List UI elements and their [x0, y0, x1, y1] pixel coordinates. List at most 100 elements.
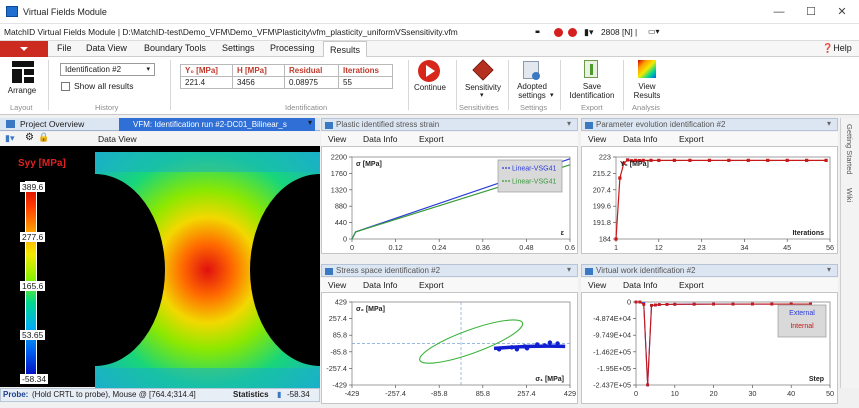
- panel-title-text: Stress space identification #2: [336, 266, 441, 275]
- data-point: [665, 302, 669, 306]
- continue-button[interactable]: Continue: [408, 83, 452, 92]
- arrange-icon[interactable]: [12, 61, 34, 83]
- close-icon[interactable]: ✕: [830, 4, 854, 20]
- data-point: [657, 303, 661, 306]
- menu-data-info[interactable]: Data Info: [623, 134, 658, 144]
- data-point: [824, 158, 828, 162]
- data-point: [673, 302, 677, 306]
- x-tick-label: 50: [826, 389, 834, 398]
- data-point: [649, 158, 653, 162]
- menu-view[interactable]: View: [328, 134, 346, 144]
- panel-icon: [585, 122, 593, 129]
- chevron-down-icon: ▾: [146, 66, 150, 73]
- plot-stress-space[interactable]: -429 -257.4 -85.8 85.8 257.4 429 429 257.4 85.8 -…: [321, 292, 578, 404]
- gear-icon[interactable]: ⚙: [25, 132, 34, 143]
- x-tick-label: 45: [783, 243, 791, 252]
- y-tick-label: -429: [332, 381, 347, 390]
- chart-stress-strain: 0 0.12 0.24 0.36 0.48 0.6 2200 1760 1320 880 440 0 σ…: [331, 153, 575, 253]
- lock-icon[interactable]: 🔒: [38, 132, 49, 143]
- record-red-icon[interactable]: [554, 28, 563, 37]
- menu-processing[interactable]: Processing: [270, 43, 315, 53]
- stop-red-icon[interactable]: [568, 28, 577, 37]
- chevron-down-icon[interactable]: ▾: [567, 265, 571, 274]
- x-tick-label: 0.24: [432, 243, 446, 252]
- data-point: [634, 300, 638, 304]
- tab-project-overview[interactable]: Project Overview: [20, 119, 84, 129]
- grid-icon[interactable]: ▪▪: [535, 27, 540, 38]
- divider: [560, 60, 561, 110]
- save-identification-button[interactable]: Save Identification: [566, 82, 618, 100]
- chevron-down-icon: ▾: [480, 92, 484, 99]
- menu-export[interactable]: Export: [679, 280, 704, 290]
- play-icon[interactable]: [418, 60, 440, 82]
- identification-group-label: Identification: [285, 103, 328, 112]
- y-tick-label: -85.8: [330, 347, 347, 356]
- field-view[interactable]: Syy [MPa] 389.6 277.6 165.6 53.65 -58.34: [0, 146, 320, 388]
- arrange-button[interactable]: Arrange: [4, 86, 40, 95]
- menu-data-view[interactable]: Data View: [86, 43, 127, 53]
- view-results-icon[interactable]: [638, 60, 656, 78]
- menu-view[interactable]: View: [328, 280, 346, 290]
- specimen-stress-map: [95, 152, 320, 388]
- project-path: MatchID Virtual Fields Module | D:\Match…: [4, 27, 458, 37]
- maximize-icon[interactable]: ☐: [799, 4, 823, 20]
- getting-started-tab[interactable]: Getting Started: [845, 124, 854, 174]
- chart-virtual-work: 0 10 20 30 40 50 0 -4.874E+04 -9.749E+04 -1.462E+…: [593, 298, 834, 399]
- menu-settings[interactable]: Settings: [222, 43, 255, 53]
- menu-export[interactable]: Export: [419, 134, 444, 144]
- history-select[interactable]: Identification #2 ▾: [60, 63, 155, 76]
- menu-data-info[interactable]: Data Info: [363, 134, 398, 144]
- x-tick-label: 0.12: [388, 243, 402, 252]
- menu-view[interactable]: View: [588, 280, 606, 290]
- x-tick-label: 0.48: [519, 243, 533, 252]
- y-tick-label: -2.437E+05: [593, 381, 631, 390]
- panel-icon: [585, 268, 593, 275]
- colorbar-tick: 389.6: [20, 182, 46, 192]
- layout-menu-icon[interactable]: ▭▾: [648, 27, 660, 36]
- menu-export[interactable]: Export: [679, 134, 704, 144]
- chart-bars-icon[interactable]: ▮▾: [5, 133, 14, 144]
- x-axis-label: Iterations: [792, 230, 824, 237]
- help-button[interactable]: ❓Help: [822, 43, 852, 54]
- minimize-icon[interactable]: —: [767, 4, 791, 20]
- save-identification-icon[interactable]: [584, 60, 598, 78]
- sensitivity-cube-icon[interactable]: [472, 59, 494, 81]
- divider: [623, 60, 624, 110]
- menu-export[interactable]: Export: [419, 280, 444, 290]
- chart-parameter-evolution: 1 12 23 34 45 56 223 215.2 207.4 199.6 191.8 184 Y₀ …: [593, 153, 834, 253]
- y-tick-label: 880: [335, 202, 347, 211]
- adopted-settings-button[interactable]: Adopted settings: [512, 82, 552, 100]
- plot-parameter-evolution[interactable]: 1 12 23 34 45 56 223 215.2 207.4 199.6 191.8 184 Y₀ …: [581, 146, 838, 254]
- chevron-down-icon[interactable]: ▾: [308, 118, 312, 127]
- show-all-checkbox[interactable]: [61, 82, 70, 91]
- panel-title-text: Plastic identified stress strain: [336, 120, 440, 129]
- tab-vfm-identification[interactable]: VFM: Identification run #2-DC01_Bilinear…: [119, 118, 315, 131]
- menu-boundary-tools[interactable]: Boundary Tools: [144, 43, 206, 53]
- legend-label-0: External: [789, 310, 815, 317]
- plot-virtual-work[interactable]: 0 10 20 30 40 50 0 -4.874E+04 -9.749E+04 -1.462E+…: [581, 292, 838, 404]
- adopted-settings-icon[interactable]: [523, 61, 540, 80]
- menu-data-info[interactable]: Data Info: [363, 280, 398, 290]
- chevron-down-icon[interactable]: ▾: [567, 119, 571, 128]
- app-icon: [6, 6, 18, 17]
- y-tick-label: 184: [599, 235, 611, 244]
- divider: [508, 60, 509, 110]
- menu-results[interactable]: Results: [323, 41, 368, 57]
- plot-stress-strain[interactable]: 0 0.12 0.24 0.36 0.48 0.6 2200 1760 1320 880 440 0 σ…: [321, 146, 578, 254]
- data-point: [712, 302, 715, 306]
- chevron-down-icon[interactable]: ▾: [827, 265, 831, 274]
- stress-field-edge: [95, 152, 320, 172]
- statistics-label[interactable]: Statistics: [233, 390, 269, 399]
- panel-menu: View Data Info Export: [581, 278, 838, 292]
- wiki-tab[interactable]: Wiki: [845, 188, 854, 202]
- menu-view[interactable]: View: [588, 134, 606, 144]
- panel-title-virtual-work: Virtual work identification #2 ▾: [581, 264, 838, 277]
- x-tick-label: -429: [345, 389, 360, 398]
- y-tick-label: 223: [599, 153, 611, 162]
- menu-data-info[interactable]: Data Info: [623, 280, 658, 290]
- menu-file[interactable]: File: [57, 43, 72, 53]
- application-menu-button[interactable]: [0, 41, 48, 57]
- view-results-button[interactable]: View Results: [626, 82, 668, 100]
- history-group-label: History: [95, 103, 119, 112]
- chevron-down-icon[interactable]: ▾: [827, 119, 831, 128]
